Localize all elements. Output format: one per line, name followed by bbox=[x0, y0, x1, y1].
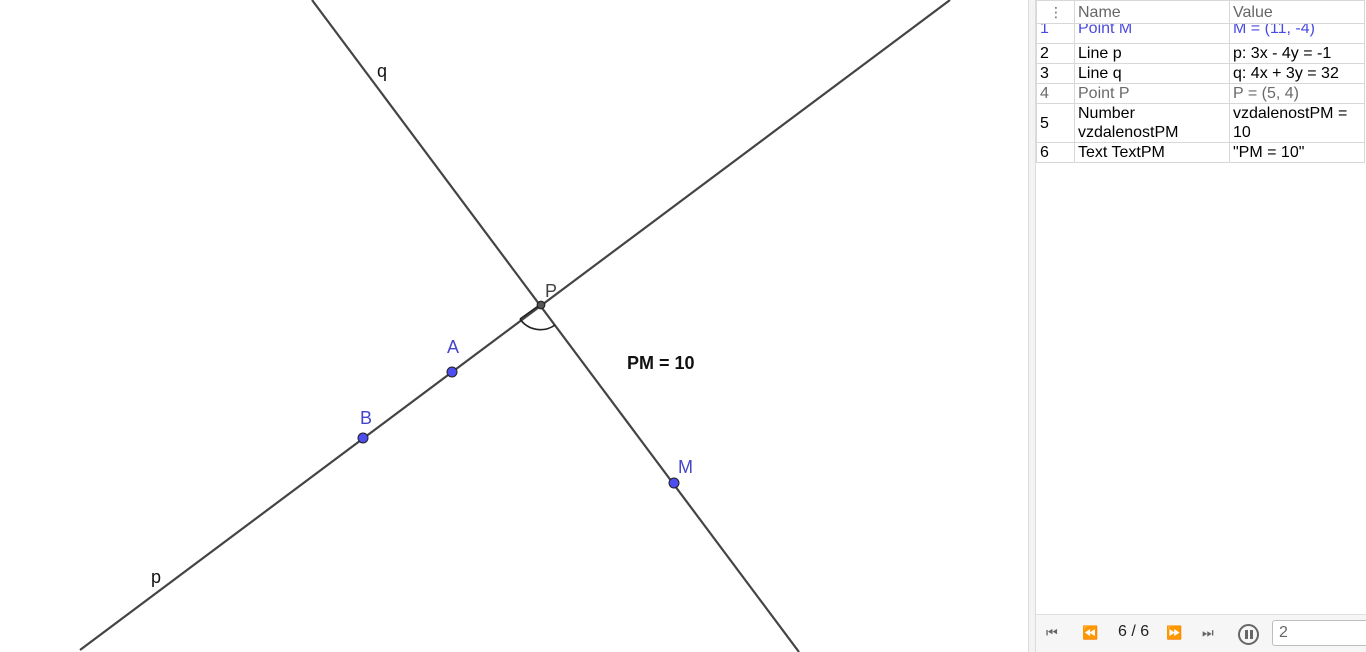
navigation-bar: ⏮ ⏪ 6 / 6 ⏩ ⏭ bbox=[1036, 614, 1366, 652]
label-A: A bbox=[447, 337, 460, 357]
step-counter: 6 / 6 bbox=[1118, 623, 1150, 640]
table-row[interactable]: 6 Text TextPM "PM = 10" bbox=[1036, 142, 1365, 163]
row-value: p: 3x - 4y = -1 bbox=[1229, 43, 1365, 64]
vertical-dots-icon[interactable]: ⋮ bbox=[1036, 0, 1075, 24]
label-q: q bbox=[377, 61, 388, 81]
row-number: 3 bbox=[1036, 63, 1075, 84]
label-p: p bbox=[151, 567, 162, 587]
row-value: P = (5, 4) bbox=[1229, 83, 1365, 104]
label-M: M bbox=[678, 457, 693, 477]
header-row: ⋮ Name Value bbox=[1036, 0, 1365, 24]
table-row[interactable]: 5 Number vzdalenostPM vzdalenostPM = 10 bbox=[1036, 103, 1365, 143]
table-row[interactable]: 2 Line p p: 3x - 4y = -1 bbox=[1036, 43, 1365, 64]
table-row[interactable]: 1 Point M M = (11, -4) bbox=[1036, 23, 1365, 44]
row-number: 1 bbox=[1040, 23, 1049, 38]
row-name: Point M bbox=[1078, 23, 1133, 38]
construction-canvas[interactable] bbox=[0, 0, 1028, 652]
graphics-view[interactable]: q p P A B M PM = 10 bbox=[0, 0, 1028, 652]
row-number: 6 bbox=[1036, 142, 1075, 163]
row-number: 5 bbox=[1036, 103, 1075, 143]
label-P: P bbox=[545, 281, 558, 301]
row-name: Point P bbox=[1074, 83, 1230, 104]
header-name[interactable]: Name bbox=[1074, 0, 1230, 24]
right-angle-arc bbox=[519, 318, 556, 331]
row-value: q: 4x + 3y = 32 bbox=[1229, 63, 1365, 84]
speed-input[interactable] bbox=[1272, 620, 1366, 646]
protocol-table: ⋮ Name Value 1 Point M M = (11, -4) 2 Li… bbox=[1036, 0, 1365, 163]
point-P[interactable] bbox=[536, 300, 546, 310]
table-row[interactable]: 4 Point P P = (5, 4) bbox=[1036, 83, 1365, 104]
pause-icon[interactable] bbox=[1238, 624, 1259, 645]
text-pm[interactable]: PM = 10 bbox=[627, 354, 695, 372]
line-q[interactable] bbox=[311, 0, 800, 652]
row-name: Text TextPM bbox=[1074, 142, 1230, 163]
previous-step-icon[interactable]: ⏪ bbox=[1082, 624, 1098, 642]
first-step-icon[interactable]: ⏮ bbox=[1046, 624, 1058, 642]
label-B: B bbox=[360, 408, 373, 428]
row-value: M = (11, -4) bbox=[1233, 23, 1315, 38]
header-value[interactable]: Value bbox=[1229, 0, 1365, 24]
row-number: 2 bbox=[1036, 43, 1075, 64]
view-splitter[interactable] bbox=[1028, 0, 1036, 652]
row-value: vzdalenostPM = 10 bbox=[1229, 103, 1365, 143]
row-value: "PM = 10" bbox=[1229, 142, 1365, 163]
row-name: Line p bbox=[1074, 43, 1230, 64]
row-name: Number vzdalenostPM bbox=[1074, 103, 1230, 143]
point-M[interactable] bbox=[668, 477, 680, 489]
point-A[interactable] bbox=[446, 366, 458, 378]
point-B[interactable] bbox=[357, 432, 369, 444]
row-name: Line q bbox=[1074, 63, 1230, 84]
next-step-icon[interactable]: ⏩ bbox=[1166, 624, 1182, 642]
line-p[interactable] bbox=[79, 0, 951, 651]
construction-protocol: ⋮ Name Value 1 Point M M = (11, -4) 2 Li… bbox=[1036, 0, 1366, 652]
row-number: 4 bbox=[1036, 83, 1075, 104]
table-row[interactable]: 3 Line q q: 4x + 3y = 32 bbox=[1036, 63, 1365, 84]
last-step-icon[interactable]: ⏭ bbox=[1202, 624, 1214, 642]
